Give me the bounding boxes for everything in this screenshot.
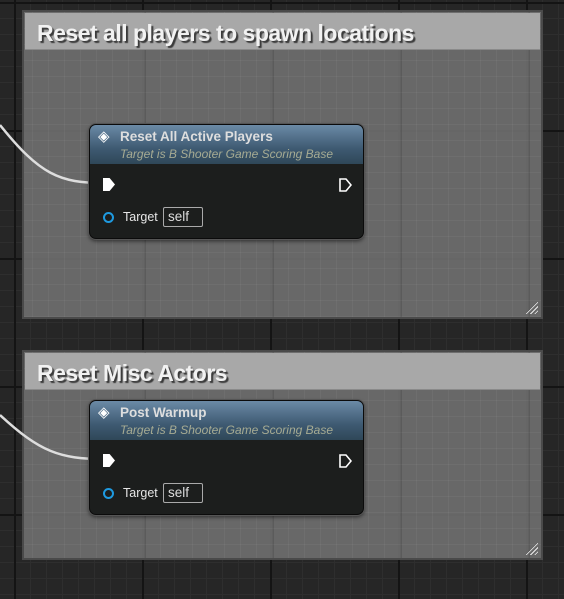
target-pin-icon[interactable] — [103, 212, 114, 223]
node-subtitle: Target is B Shooter Game Scoring Base — [120, 147, 333, 161]
exec-in-pin-icon[interactable] — [103, 454, 115, 467]
node-header[interactable]: ◈ Reset All Active Players Target is B S… — [90, 125, 363, 164]
target-label: Target — [123, 486, 158, 500]
function-icon: ◈ — [98, 128, 110, 145]
target-pin-icon[interactable] — [103, 488, 114, 499]
target-value-input[interactable]: self — [163, 483, 203, 503]
exec-out-pin-icon[interactable] — [339, 454, 352, 468]
target-value-input[interactable]: self — [163, 207, 203, 227]
node-subtitle: Target is B Shooter Game Scoring Base — [120, 423, 333, 437]
exec-in-pin-icon[interactable] — [103, 178, 115, 191]
node-title: Post Warmup — [120, 405, 207, 420]
exec-out-pin-icon[interactable] — [339, 178, 352, 192]
node-post-warmup[interactable]: ◈ Post Warmup Target is B Shooter Game S… — [89, 400, 364, 515]
node-title: Reset All Active Players — [120, 129, 273, 144]
node-reset-all-active-players[interactable]: ◈ Reset All Active Players Target is B S… — [89, 124, 364, 239]
node-header[interactable]: ◈ Post Warmup Target is B Shooter Game S… — [90, 401, 363, 440]
function-icon: ◈ — [98, 404, 110, 421]
target-label: Target — [123, 210, 158, 224]
